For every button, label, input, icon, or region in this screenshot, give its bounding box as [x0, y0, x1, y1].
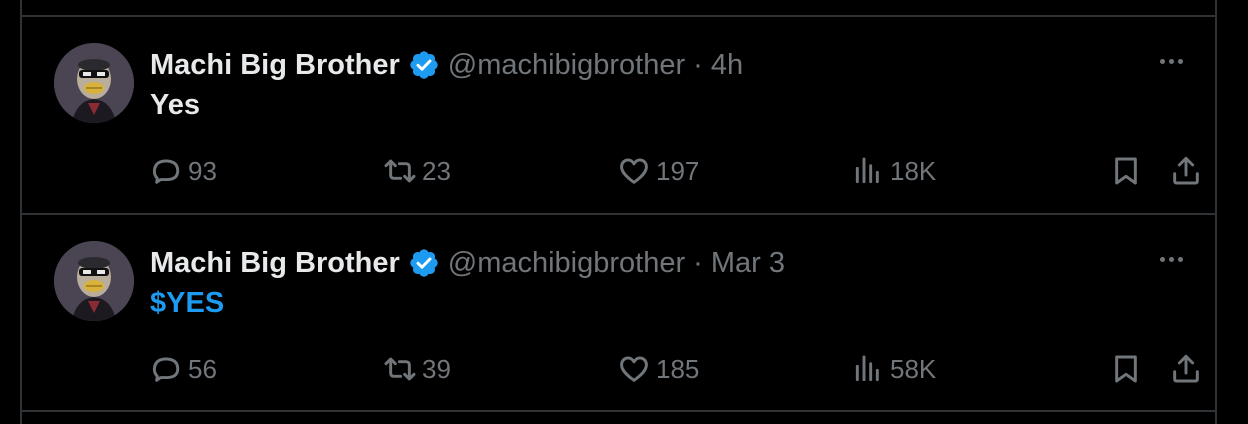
like-button[interactable]: 197 — [618, 153, 699, 189]
avatar[interactable] — [54, 43, 134, 123]
timeline-column: Machi Big Brother @machibigbrother · 4h … — [20, 0, 1217, 424]
author-name[interactable]: Machi Big Brother — [150, 247, 400, 280]
repost-icon — [384, 357, 416, 381]
reply-button[interactable]: 56 — [150, 351, 217, 387]
like-icon — [620, 356, 648, 382]
like-button[interactable]: 185 — [618, 351, 699, 387]
author-handle[interactable]: @machibigbrother — [448, 247, 685, 280]
views-icon — [855, 157, 879, 184]
cashtag-link[interactable]: $YES — [150, 287, 224, 320]
share-button[interactable] — [1170, 153, 1208, 189]
tweet-header: Machi Big Brother @machibigbrother · 4h — [150, 45, 743, 85]
verified-badge-icon — [408, 247, 440, 279]
more-options-icon[interactable] — [1151, 49, 1191, 73]
views-button[interactable]: 58K — [852, 351, 936, 387]
views-icon — [855, 355, 879, 382]
repost-count: 23 — [422, 155, 451, 186]
reply-icon — [152, 159, 180, 184]
views-button[interactable]: 18K — [852, 153, 936, 189]
tweet-item[interactable]: Machi Big Brother @machibigbrother · Mar… — [22, 215, 1215, 411]
repost-button[interactable]: 23 — [384, 153, 451, 189]
bookmark-icon — [1115, 355, 1137, 383]
tweet-actions: 93 23 197 18K — [150, 153, 1199, 189]
bookmark-button[interactable] — [1110, 351, 1148, 387]
reply-icon — [152, 357, 180, 382]
tweet-actions: 56 39 185 58K — [150, 351, 1199, 387]
tweet-timestamp[interactable]: Mar 3 — [711, 247, 785, 280]
repost-button[interactable]: 39 — [384, 351, 451, 387]
repost-count: 39 — [422, 353, 451, 384]
bookmark-icon — [1115, 157, 1137, 185]
views-count: 58K — [890, 353, 937, 384]
tweet-item[interactable]: Machi Big Brother @machibigbrother · 4h … — [22, 17, 1215, 213]
like-count: 185 — [656, 353, 700, 384]
repost-icon — [384, 159, 416, 183]
views-count: 18K — [890, 155, 937, 186]
like-icon — [620, 158, 648, 184]
more-options-icon[interactable] — [1151, 247, 1191, 271]
divider — [22, 410, 1215, 412]
avatar[interactable] — [54, 241, 134, 321]
share-icon — [1173, 156, 1199, 185]
separator-dot: · — [693, 246, 703, 279]
reply-count: 93 — [188, 155, 217, 186]
author-handle[interactable]: @machibigbrother — [448, 49, 685, 82]
share-icon — [1173, 354, 1199, 383]
author-name[interactable]: Machi Big Brother — [150, 49, 400, 82]
verified-badge-icon — [408, 49, 440, 81]
tweet-text: Yes — [150, 89, 200, 121]
bookmark-button[interactable] — [1110, 153, 1148, 189]
reply-button[interactable]: 93 — [150, 153, 217, 189]
reply-count: 56 — [188, 353, 217, 384]
tweet-timestamp[interactable]: 4h — [711, 49, 743, 82]
like-count: 197 — [656, 155, 700, 186]
separator-dot: · — [693, 48, 703, 81]
tweet-header: Machi Big Brother @machibigbrother · Mar… — [150, 243, 785, 283]
share-button[interactable] — [1170, 351, 1208, 387]
